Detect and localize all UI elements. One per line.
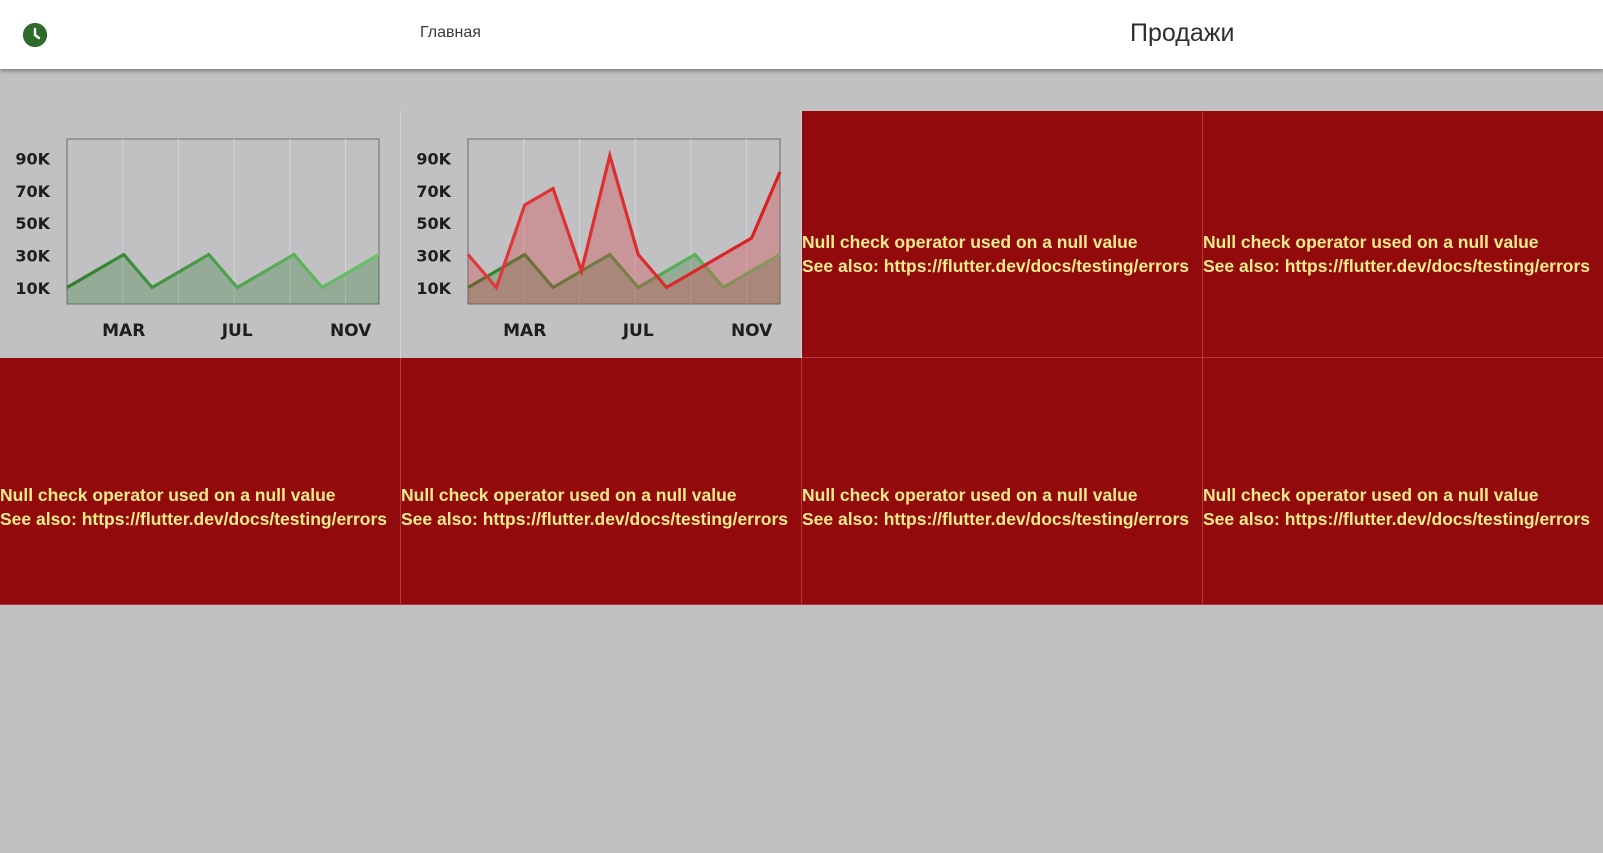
error-tile: Null check operator used on a null value… [802, 111, 1203, 358]
x-tick-label: NOV [330, 321, 372, 341]
dashboard-grid: 90K 70K 50K 30K 10K MAR JUL NOV 90K 70K 50K 30K 10K… [0, 111, 1603, 605]
error-line-1: Null check operator used on a null value [802, 485, 1138, 505]
x-tick-label: NOV [731, 321, 773, 341]
error-tile: Null check operator used on a null value… [1203, 358, 1603, 605]
line-chart-1: 90K 70K 50K 30K 10K MAR JUL NOV [15, 138, 380, 341]
x-tick-label: JUL [622, 321, 654, 341]
error-tile: Null check operator used on a null value… [0, 358, 401, 605]
y-tick-label: 70K [416, 182, 451, 201]
error-line-2: See also: https://flutter.dev/docs/testi… [1203, 256, 1591, 276]
error-tile: Null check operator used on a null value… [802, 358, 1203, 605]
error-line-2: See also: https://flutter.dev/docs/testi… [802, 509, 1190, 529]
error-line-1: Null check operator used on a null value [0, 485, 336, 505]
x-tick-label: MAR [102, 321, 145, 341]
error-line-2: See also: https://flutter.dev/docs/testi… [0, 509, 388, 529]
error-line-2: See also: https://flutter.dev/docs/testi… [1203, 509, 1591, 529]
error-line-2: See also: https://flutter.dev/docs/testi… [401, 509, 789, 529]
y-tick-label: 50K [416, 214, 451, 233]
chart-tile-1: 90K 70K 50K 30K 10K MAR JUL NOV [0, 111, 401, 358]
error-message: Null check operator used on a null value… [0, 483, 401, 531]
nav-home-link[interactable]: Главная [420, 24, 481, 42]
error-message: Null check operator used on a null value… [1203, 483, 1603, 531]
error-tile: Null check operator used on a null value… [401, 358, 802, 605]
y-tick-label: 90K [15, 149, 50, 168]
error-line-1: Null check operator used on a null value [1203, 232, 1539, 252]
x-tick-label: MAR [503, 321, 546, 341]
error-line-2: See also: https://flutter.dev/docs/testi… [802, 256, 1190, 276]
clock-icon[interactable] [23, 23, 47, 47]
page-title: Продажи [1130, 19, 1235, 47]
x-tick-label: JUL [221, 321, 253, 341]
y-tick-label: 90K [416, 149, 451, 168]
y-tick-label: 70K [15, 182, 50, 201]
chart-tile-2: 90K 70K 50K 30K 10K MAR JUL NOV [401, 111, 802, 358]
line-chart-2: 90K 70K 50K 30K 10K MAR JUL NOV [416, 138, 782, 341]
app-bar: Главная Продажи [0, 0, 1603, 69]
error-message: Null check operator used on a null value… [802, 483, 1203, 531]
y-tick-label: 50K [15, 214, 50, 233]
error-line-1: Null check operator used on a null value [1203, 485, 1539, 505]
error-message: Null check operator used on a null value… [802, 230, 1203, 278]
y-tick-label: 10K [15, 279, 50, 298]
y-tick-label: 30K [15, 246, 50, 265]
error-tile: Null check operator used on a null value… [1203, 111, 1603, 358]
error-message: Null check operator used on a null value… [401, 483, 802, 531]
y-tick-label: 10K [416, 279, 451, 298]
error-line-1: Null check operator used on a null value [401, 485, 737, 505]
y-tick-label: 30K [416, 246, 451, 265]
error-message: Null check operator used on a null value… [1203, 230, 1603, 278]
error-line-1: Null check operator used on a null value [802, 232, 1138, 252]
